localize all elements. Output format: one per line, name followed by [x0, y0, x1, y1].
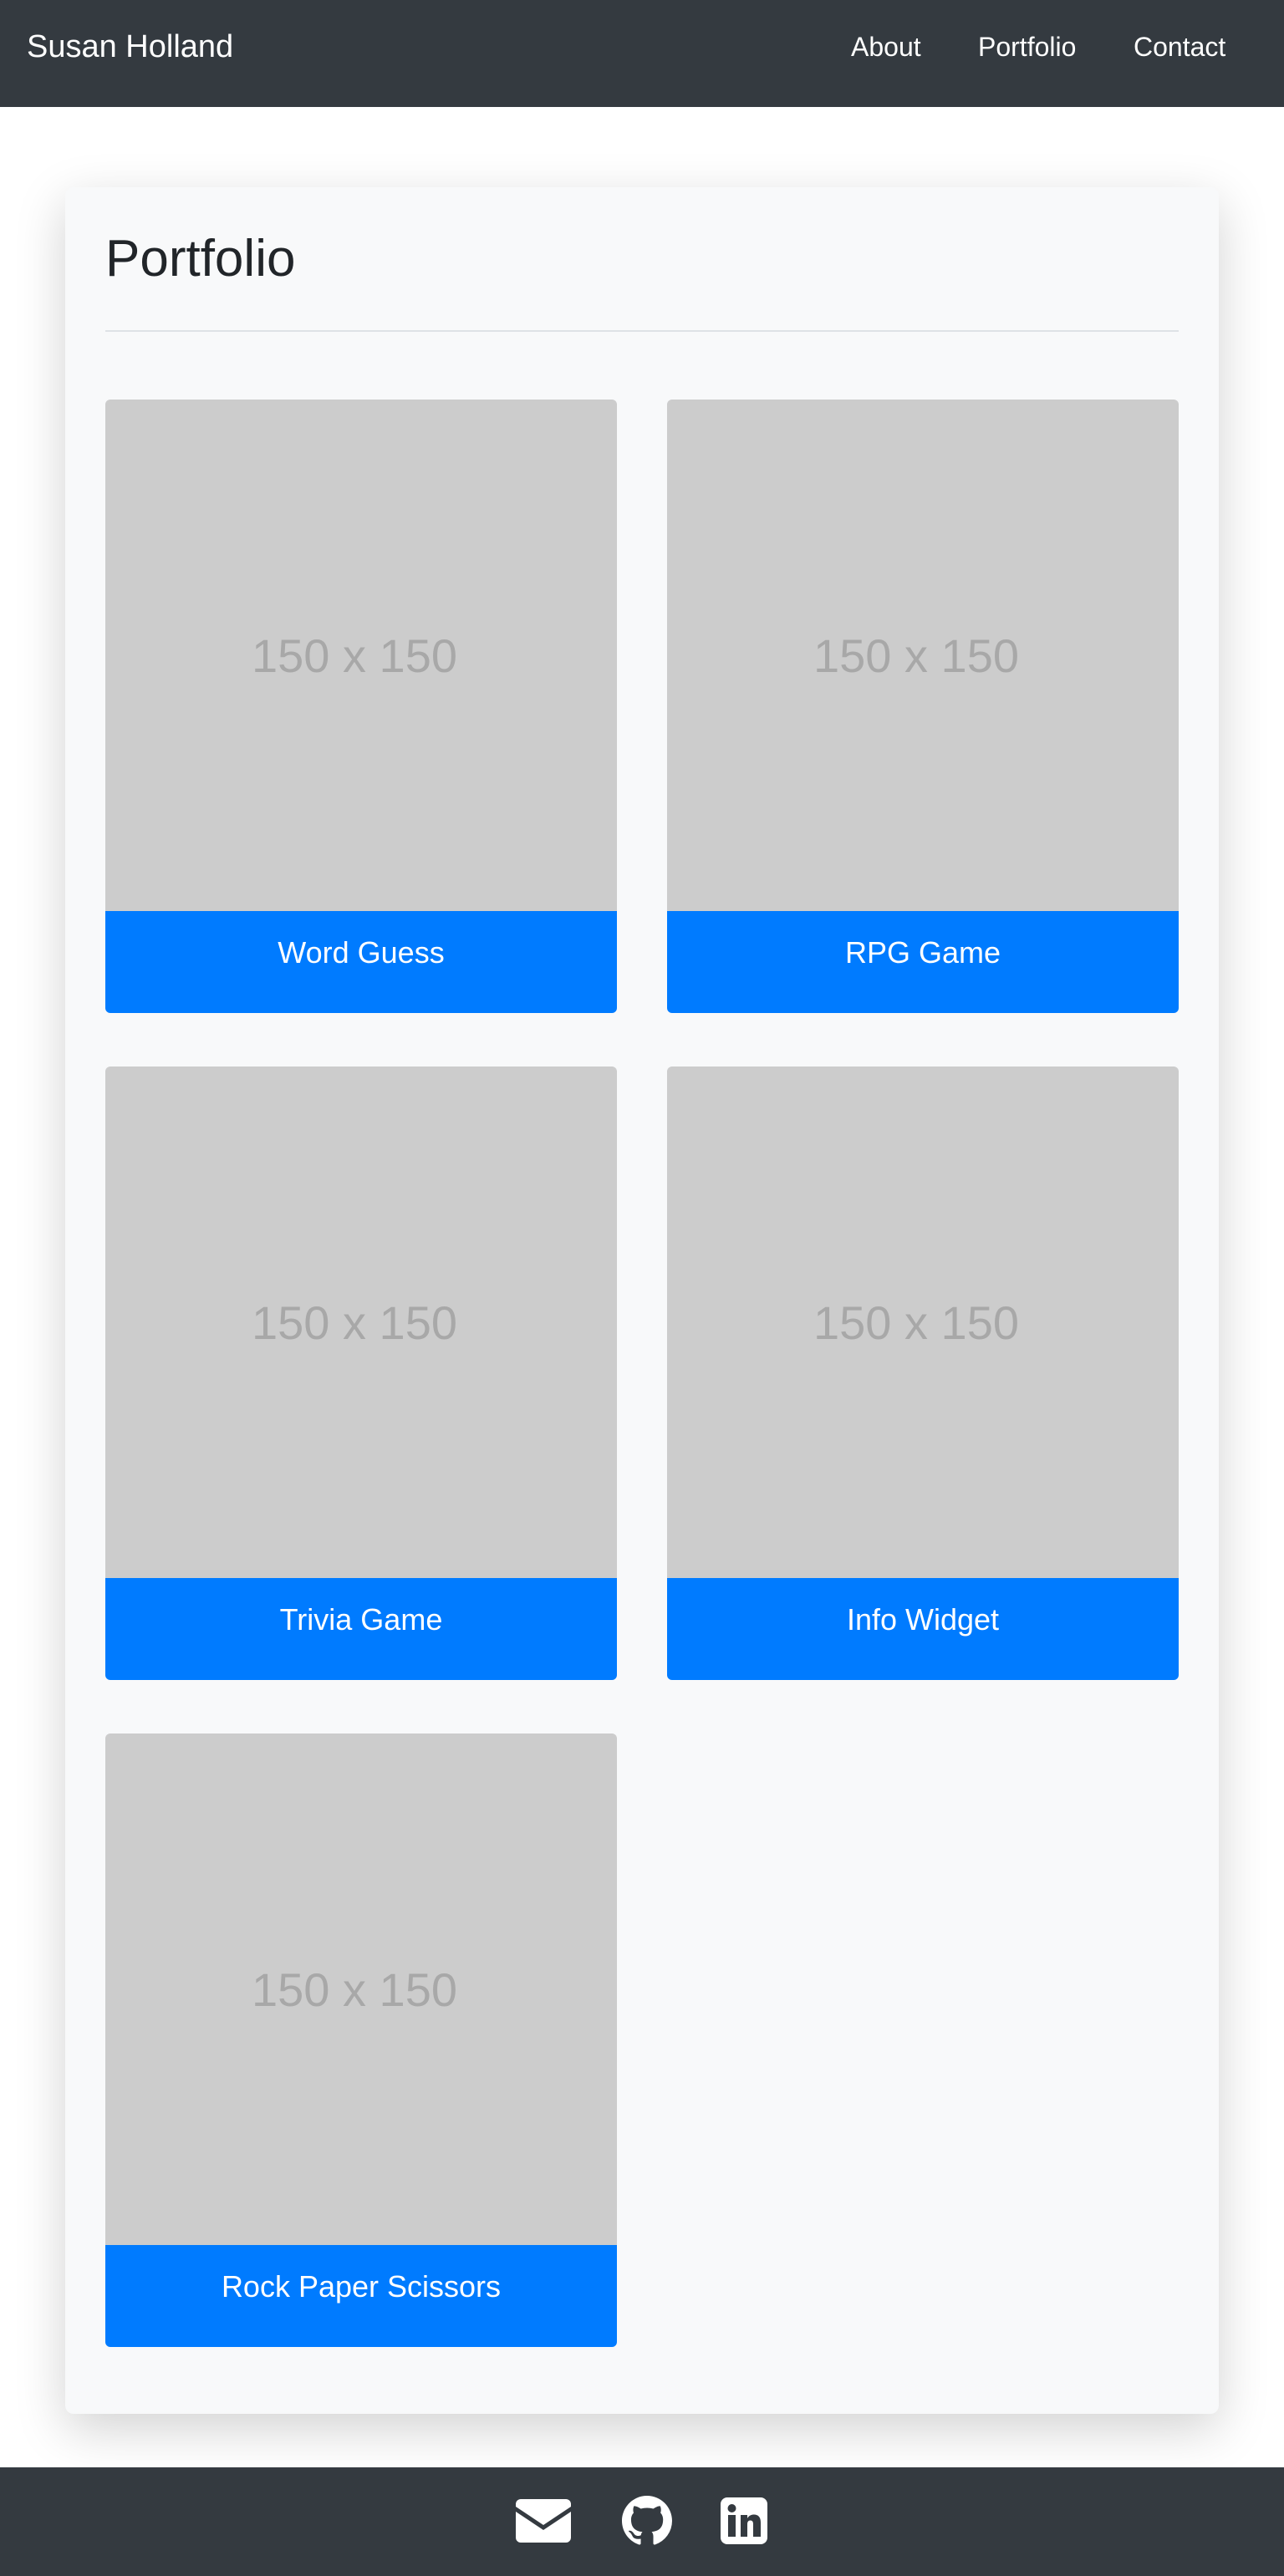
- project-card-trivia-game[interactable]: 150 x 150 Trivia Game: [105, 1067, 617, 1680]
- navbar: Susan Holland About Portfolio Contact: [0, 0, 1284, 107]
- project-thumbnail: 150 x 150: [105, 1733, 617, 2245]
- linkedin-icon[interactable]: [721, 2496, 767, 2546]
- project-caption[interactable]: Rock Paper Scissors: [105, 2245, 617, 2347]
- page-title: Portfolio: [105, 230, 296, 288]
- portfolio-panel: Portfolio 150 x 150 Word Guess 150 x 150…: [65, 187, 1219, 2414]
- project-thumbnail: 150 x 150: [105, 400, 617, 911]
- github-icon[interactable]: [620, 2496, 674, 2546]
- placeholder-label: 150 x 150: [813, 629, 1019, 682]
- project-caption[interactable]: RPG Game: [667, 911, 1179, 1013]
- placeholder-label: 150 x 150: [813, 1296, 1019, 1349]
- placeholder-label: 150 x 150: [252, 1296, 457, 1349]
- project-thumbnail: 150 x 150: [667, 1067, 1179, 1578]
- envelope-icon[interactable]: [516, 2496, 571, 2546]
- footer: [0, 2467, 1284, 2576]
- placeholder-label: 150 x 150: [252, 629, 457, 682]
- project-thumbnail: 150 x 150: [105, 1067, 617, 1578]
- project-card-rock-paper-scissors[interactable]: 150 x 150 Rock Paper Scissors: [105, 1733, 617, 2347]
- nav-link-contact[interactable]: Contact: [1134, 27, 1225, 67]
- brand-link[interactable]: Susan Holland: [27, 25, 233, 69]
- project-thumbnail: 150 x 150: [667, 400, 1179, 911]
- project-card-rpg-game[interactable]: 150 x 150 RPG Game: [667, 400, 1179, 1013]
- placeholder-label: 150 x 150: [252, 1963, 457, 2016]
- project-card-word-guess[interactable]: 150 x 150 Word Guess: [105, 400, 617, 1013]
- title-divider: [105, 330, 1179, 332]
- nav-link-portfolio[interactable]: Portfolio: [978, 27, 1076, 67]
- project-card-info-widget[interactable]: 150 x 150 Info Widget: [667, 1067, 1179, 1680]
- nav-link-about[interactable]: About: [851, 27, 921, 67]
- project-caption[interactable]: Word Guess: [105, 911, 617, 1013]
- project-caption[interactable]: Trivia Game: [105, 1578, 617, 1680]
- project-caption[interactable]: Info Widget: [667, 1578, 1179, 1680]
